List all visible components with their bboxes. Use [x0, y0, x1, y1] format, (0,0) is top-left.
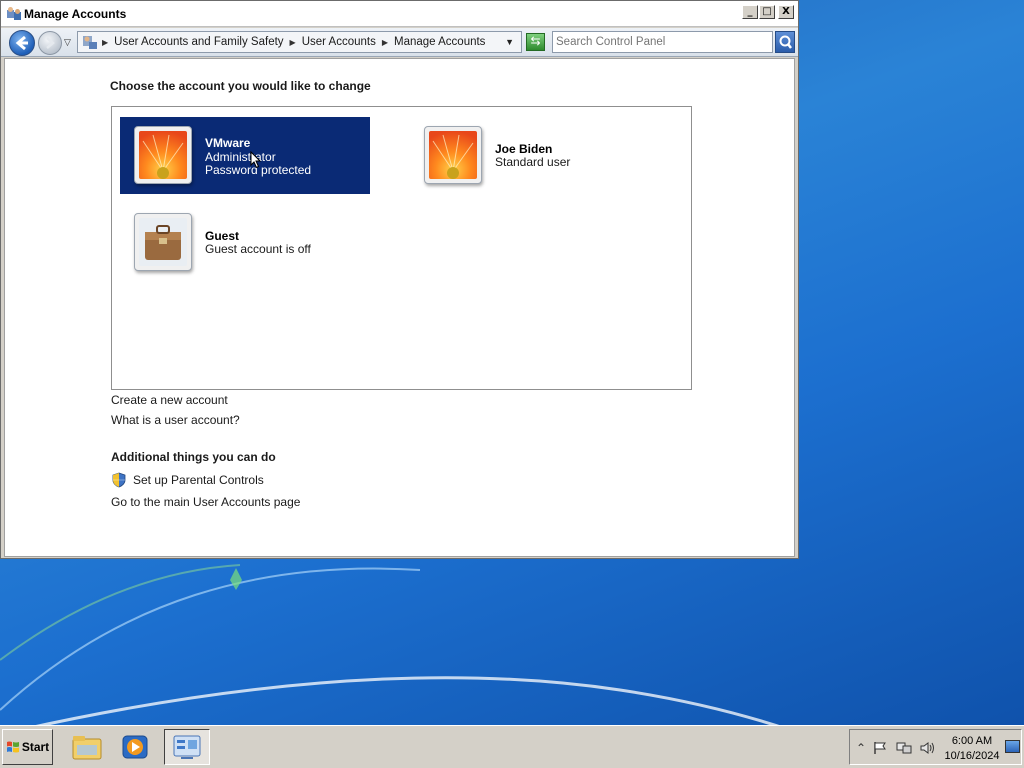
volume-speaker-icon[interactable] — [920, 741, 936, 755]
account-name: VMware — [205, 136, 251, 150]
recent-pages-chevron-down-icon[interactable]: ▽ — [64, 37, 71, 48]
back-button[interactable] — [9, 30, 35, 56]
network-icon[interactable] — [896, 741, 912, 755]
windows-logo-icon — [6, 741, 19, 753]
account-name: Joe Biden — [495, 142, 553, 156]
title-bar[interactable]: Manage Accounts _ □ X — [1, 1, 798, 27]
refresh-button[interactable]: ⇆ — [526, 33, 545, 51]
search-icon — [779, 35, 792, 49]
choose-account-heading: Choose the account you would like to cha… — [110, 79, 371, 93]
avatar — [134, 213, 192, 271]
breadcrumb-separator-icon[interactable]: ▶ — [382, 38, 388, 47]
account-tile-joe-biden[interactable]: Joe Biden Standard user — [410, 117, 660, 194]
taskbar-explorer-button[interactable] — [64, 729, 110, 765]
refresh-icon: ⇆ — [530, 34, 541, 48]
briefcase-avatar-icon — [139, 218, 187, 266]
start-label: Start — [21, 740, 50, 754]
show-hidden-icons-chevron-up-icon[interactable]: ⌃ — [853, 741, 869, 755]
media-player-icon — [122, 735, 148, 759]
manage-accounts-window: Manage Accounts _ □ X ▽ ▶ User Accounts … — [0, 0, 799, 559]
main-user-accounts-link[interactable]: Go to the main User Accounts page — [111, 495, 300, 509]
back-arrow-icon — [15, 35, 28, 51]
breadcrumb-separator-icon[interactable]: ▶ — [290, 38, 296, 47]
taskbar-control-panel-button[interactable] — [164, 729, 210, 765]
taskbar-media-player-button[interactable] — [112, 729, 158, 765]
mouse-cursor-icon — [250, 151, 262, 169]
parental-controls-link[interactable]: Set up Parental Controls — [133, 473, 264, 487]
additional-things-heading: Additional things you can do — [111, 450, 276, 464]
breadcrumb-separator-icon[interactable]: ▶ — [102, 38, 108, 47]
show-desktop-icon[interactable] — [1005, 740, 1020, 753]
account-list: VMware Administrator Password protected — [111, 106, 692, 390]
account-type: Standard user — [495, 155, 571, 169]
user-accounts-icon — [7, 7, 21, 20]
clock-date[interactable]: 10/16/2024 — [942, 750, 1002, 762]
explorer-icon — [72, 736, 102, 760]
close-button[interactable]: X — [778, 5, 794, 19]
window-controls: _ □ X — [742, 5, 794, 19]
search-button[interactable] — [775, 31, 795, 53]
search-box[interactable] — [552, 31, 773, 53]
account-status: Guest account is off — [205, 242, 311, 256]
address-history-chevron-down-icon[interactable]: ▼ — [505, 37, 514, 47]
main-content: Choose the account you would like to cha… — [4, 58, 795, 557]
forward-arrow-icon — [46, 37, 55, 49]
security-shield-icon — [112, 472, 126, 488]
start-button[interactable]: Start — [2, 729, 53, 765]
control-panel-icon — [83, 36, 97, 49]
control-panel-icon — [173, 735, 201, 759]
maximize-button[interactable]: □ — [759, 5, 775, 19]
forward-button[interactable] — [38, 31, 62, 55]
action-center-flag-icon[interactable] — [872, 741, 888, 755]
account-tile-guest[interactable]: Guest Guest account is off — [120, 204, 370, 281]
breadcrumb[interactable]: ▶ User Accounts and Family Safety ▶ User… — [77, 31, 522, 53]
what-is-user-account-link[interactable]: What is a user account? — [111, 413, 240, 427]
flower-avatar-icon — [429, 131, 477, 179]
minimize-button[interactable]: _ — [742, 5, 758, 19]
search-input[interactable] — [556, 34, 770, 50]
window-title: Manage Accounts — [24, 7, 127, 21]
avatar — [424, 126, 482, 184]
avatar — [134, 126, 192, 184]
flower-avatar-icon — [139, 131, 187, 179]
account-type: Administrator — [205, 150, 276, 164]
desktop-wallpaper — [0, 564, 791, 730]
address-bar: ▽ ▶ User Accounts and Family Safety ▶ Us… — [1, 28, 798, 57]
breadcrumb-user-accounts-family-safety[interactable]: User Accounts and Family Safety — [114, 36, 283, 48]
breadcrumb-user-accounts[interactable]: User Accounts — [302, 36, 376, 48]
taskbar: Start ⌃ 6:00 AM 10/16/2024 — [0, 725, 1024, 768]
create-account-link[interactable]: Create a new account — [111, 393, 228, 407]
system-tray: ⌃ 6:00 AM 10/16/2024 — [849, 729, 1022, 765]
breadcrumb-manage-accounts[interactable]: Manage Accounts — [394, 36, 485, 48]
clock-time[interactable]: 6:00 AM — [942, 735, 1002, 747]
account-tile-vmware[interactable]: VMware Administrator Password protected — [120, 117, 370, 194]
account-name: Guest — [205, 229, 240, 243]
